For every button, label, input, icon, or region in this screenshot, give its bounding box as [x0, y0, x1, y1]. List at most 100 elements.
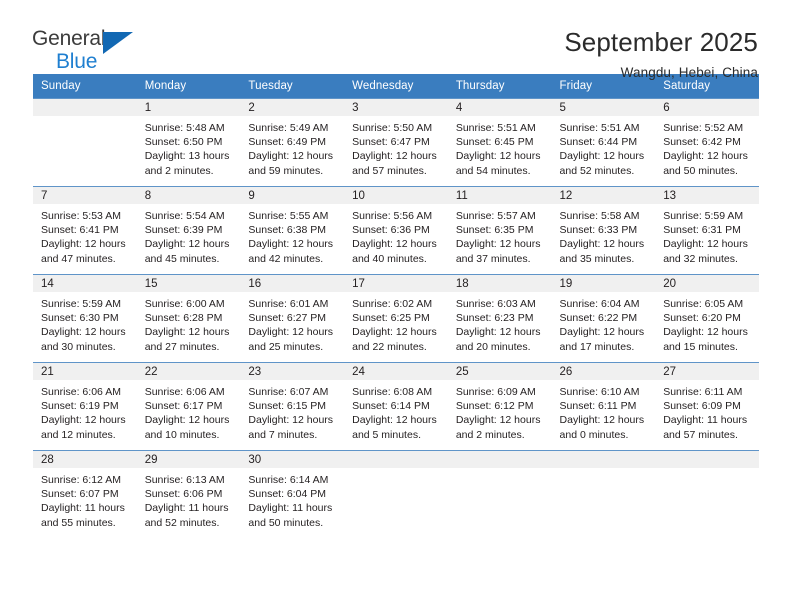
- day-details: Sunrise: 5:53 AM Sunset: 6:41 PM Daylight:…: [33, 204, 137, 266]
- calendar-day-cell[interactable]: 13 Sunrise: 5:59 AM Sunset: 6:31 PM Dayligh…: [655, 186, 759, 275]
- calendar-day-cell[interactable]: 1 Sunrise: 5:48 AM Sunset: 6:50 PM Daylight…: [136, 98, 241, 187]
- daylight-text-line1: Daylight: 12 hours: [144, 326, 230, 339]
- day-number: 23: [240, 363, 345, 380]
- daylight-text-line1: Daylight: 12 hours: [41, 326, 126, 339]
- daylight-text-line1: Daylight: 12 hours: [455, 238, 541, 251]
- calendar-day-cell-empty: [655, 450, 759, 539]
- calendar-week-row: 14 Sunrise: 5:59 AM Sunset: 6:30 PM Dayligh…: [33, 274, 759, 363]
- calendar-day-cell[interactable]: 20 Sunrise: 6:05 AM Sunset: 6:20 PM Dayligh…: [655, 274, 759, 363]
- calendar-day-cell[interactable]: 4 Sunrise: 5:51 AM Sunset: 6:45 PM Daylight…: [447, 98, 552, 187]
- calendar-day-cell[interactable]: 3 Sunrise: 5:50 AM Sunset: 6:47 PM Daylight…: [344, 98, 448, 187]
- daylight-text-line2: and 22 minutes.: [352, 340, 427, 353]
- daylight-text-line1: Daylight: 12 hours: [559, 326, 645, 339]
- calendar-day-cell[interactable]: 14 Sunrise: 5:59 AM Sunset: 6:30 PM Dayligh…: [33, 274, 137, 363]
- day-details: Sunrise: 5:48 AM Sunset: 6:50 PM Daylight:…: [137, 116, 241, 178]
- daylight-text-line1: Daylight: 12 hours: [455, 414, 541, 427]
- daylight-text-line1: Daylight: 12 hours: [559, 238, 645, 251]
- day-details: Sunrise: 5:50 AM Sunset: 6:47 PM Daylight:…: [344, 116, 448, 178]
- sunrise-text: Sunrise: 6:01 AM: [248, 298, 329, 310]
- sunset-text: Sunset: 6:35 PM: [455, 224, 534, 237]
- day-number: 18: [447, 275, 552, 292]
- day-number: 13: [655, 187, 759, 204]
- calendar-day-cell[interactable]: 17 Sunrise: 6:02 AM Sunset: 6:25 PM Dayligh…: [344, 274, 448, 363]
- page-subtitle-location: Wangdu, Hebei, China: [620, 64, 758, 80]
- calendar-day-cell[interactable]: 19 Sunrise: 6:04 AM Sunset: 6:22 PM Dayligh…: [551, 274, 656, 363]
- daylight-text-line2: and 57 minutes.: [663, 428, 738, 441]
- sunrise-text: Sunrise: 5:50 AM: [352, 122, 433, 134]
- calendar-day-cell[interactable]: 23 Sunrise: 6:07 AM Sunset: 6:15 PM Dayligh…: [240, 362, 345, 451]
- calendar-day-cell[interactable]: 24 Sunrise: 6:08 AM Sunset: 6:14 PM Dayligh…: [344, 362, 448, 451]
- calendar-day-cell[interactable]: 29 Sunrise: 6:13 AM Sunset: 6:06 PM Dayligh…: [136, 450, 241, 539]
- calendar-day-cell[interactable]: 30 Sunrise: 6:14 AM Sunset: 6:04 PM Dayligh…: [240, 450, 345, 539]
- calendar-day-cell[interactable]: 11 Sunrise: 5:57 AM Sunset: 6:35 PM Dayligh…: [447, 186, 552, 275]
- calendar-day-cell[interactable]: 21 Sunrise: 6:06 AM Sunset: 6:19 PM Dayligh…: [33, 362, 137, 451]
- day-details: Sunrise: 6:09 AM Sunset: 6:12 PM Daylight:…: [448, 380, 552, 442]
- daylight-text-line2: and 12 minutes.: [41, 428, 116, 441]
- daylight-text-line2: and 2 minutes.: [144, 164, 214, 177]
- day-number: [344, 451, 448, 468]
- calendar-day-cell[interactable]: 25 Sunrise: 6:09 AM Sunset: 6:12 PM Dayligh…: [447, 362, 552, 451]
- day-number: 2: [240, 99, 345, 116]
- calendar-day-cell[interactable]: 2 Sunrise: 5:49 AM Sunset: 6:49 PM Daylight…: [240, 98, 345, 187]
- sunset-text: Sunset: 6:25 PM: [352, 312, 430, 325]
- calendar-day-cell[interactable]: 15 Sunrise: 6:00 AM Sunset: 6:28 PM Dayligh…: [136, 274, 241, 363]
- sunset-text: Sunset: 6:39 PM: [144, 224, 223, 237]
- sunrise-text: Sunrise: 5:56 AM: [352, 210, 433, 222]
- daylight-text-line2: and 25 minutes.: [248, 340, 324, 353]
- calendar-day-cell[interactable]: 16 Sunrise: 6:01 AM Sunset: 6:27 PM Dayligh…: [240, 274, 345, 363]
- daylight-text-line2: and 57 minutes.: [352, 164, 427, 177]
- logo-word-general: General: [32, 27, 106, 50]
- sunset-text: Sunset: 6:47 PM: [352, 136, 430, 149]
- day-number: [447, 451, 552, 468]
- calendar-day-cell[interactable]: 12 Sunrise: 5:58 AM Sunset: 6:33 PM Dayligh…: [551, 186, 656, 275]
- calendar-day-cell[interactable]: 8 Sunrise: 5:54 AM Sunset: 6:39 PM Daylight…: [136, 186, 241, 275]
- day-number: 17: [344, 275, 448, 292]
- daylight-text-line2: and 2 minutes.: [455, 428, 525, 441]
- daylight-text-line2: and 20 minutes.: [455, 340, 531, 353]
- daylight-text-line1: Daylight: 11 hours: [41, 502, 125, 515]
- sunset-text: Sunset: 6:38 PM: [248, 224, 327, 237]
- daylight-text-line2: and 10 minutes.: [144, 428, 220, 441]
- sunset-text: Sunset: 6:27 PM: [248, 312, 327, 325]
- calendar-container: Sunday Monday Tuesday Wednesday Thursday Frid…: [0, 74, 792, 539]
- calendar-day-cell[interactable]: 18 Sunrise: 6:03 AM Sunset: 6:23 PM Dayligh…: [447, 274, 552, 363]
- calendar-day-cell[interactable]: 6 Sunrise: 5:52 AM Sunset: 6:42 PM Daylight…: [655, 98, 759, 187]
- daylight-text-line2: and 32 minutes.: [663, 252, 738, 265]
- day-details: Sunrise: 6:06 AM Sunset: 6:17 PM Daylight:…: [137, 380, 241, 442]
- day-number: 8: [136, 187, 241, 204]
- sunrise-text: Sunrise: 6:12 AM: [41, 474, 121, 486]
- daylight-text-line2: and 30 minutes.: [41, 340, 116, 353]
- sunrise-text: Sunrise: 6:13 AM: [144, 474, 225, 486]
- daylight-text-line2: and 0 minutes.: [559, 428, 629, 441]
- daylight-text-line2: and 17 minutes.: [559, 340, 635, 353]
- daylight-text-line1: Daylight: 11 hours: [663, 414, 748, 427]
- page-title: September 2025: [564, 27, 758, 57]
- day-details: Sunrise: 5:59 AM Sunset: 6:30 PM Daylight:…: [33, 292, 137, 354]
- day-number: 28: [33, 451, 137, 468]
- sunrise-text: Sunrise: 5:55 AM: [248, 210, 329, 222]
- weekday-header-monday: Monday: [136, 74, 241, 99]
- sunrise-text: Sunrise: 6:05 AM: [663, 298, 744, 310]
- sunrise-text: Sunrise: 6:06 AM: [144, 386, 225, 398]
- sunset-text: Sunset: 6:31 PM: [663, 224, 741, 237]
- calendar-day-cell[interactable]: 26 Sunrise: 6:10 AM Sunset: 6:11 PM Dayligh…: [551, 362, 656, 451]
- day-details: Sunrise: 6:07 AM Sunset: 6:15 PM Daylight:…: [240, 380, 344, 442]
- sunrise-text: Sunrise: 5:52 AM: [663, 122, 744, 134]
- calendar-day-cell[interactable]: 28 Sunrise: 6:12 AM Sunset: 6:07 PM Dayligh…: [33, 450, 137, 539]
- calendar-day-cell[interactable]: 9 Sunrise: 5:55 AM Sunset: 6:38 PM Daylight…: [240, 186, 345, 275]
- daylight-text-line1: Daylight: 12 hours: [455, 326, 541, 339]
- sunrise-text: Sunrise: 5:49 AM: [248, 122, 329, 134]
- calendar-day-cell[interactable]: 7 Sunrise: 5:53 AM Sunset: 6:41 PM Daylight…: [33, 186, 137, 275]
- calendar-day-cell[interactable]: 5 Sunrise: 5:51 AM Sunset: 6:44 PM Daylight…: [551, 98, 656, 187]
- day-details: Sunrise: 6:03 AM Sunset: 6:23 PM Daylight:…: [448, 292, 552, 354]
- calendar-day-cell[interactable]: 10 Sunrise: 5:56 AM Sunset: 6:36 PM Dayligh…: [344, 186, 448, 275]
- general-blue-logo[interactable]: General Blue: [32, 28, 152, 80]
- day-details: Sunrise: 5:49 AM Sunset: 6:49 PM Daylight:…: [240, 116, 344, 178]
- daylight-text-line2: and 52 minutes.: [559, 164, 635, 177]
- calendar-day-cell[interactable]: 22 Sunrise: 6:06 AM Sunset: 6:17 PM Dayligh…: [136, 362, 241, 451]
- daylight-text-line1: Daylight: 12 hours: [248, 238, 334, 251]
- calendar-day-cell[interactable]: 27 Sunrise: 6:11 AM Sunset: 6:09 PM Dayligh…: [655, 362, 759, 451]
- daylight-text-line2: and 47 minutes.: [41, 252, 116, 265]
- sunrise-text: Sunrise: 6:10 AM: [559, 386, 640, 398]
- daylight-text-line1: Daylight: 12 hours: [663, 238, 748, 251]
